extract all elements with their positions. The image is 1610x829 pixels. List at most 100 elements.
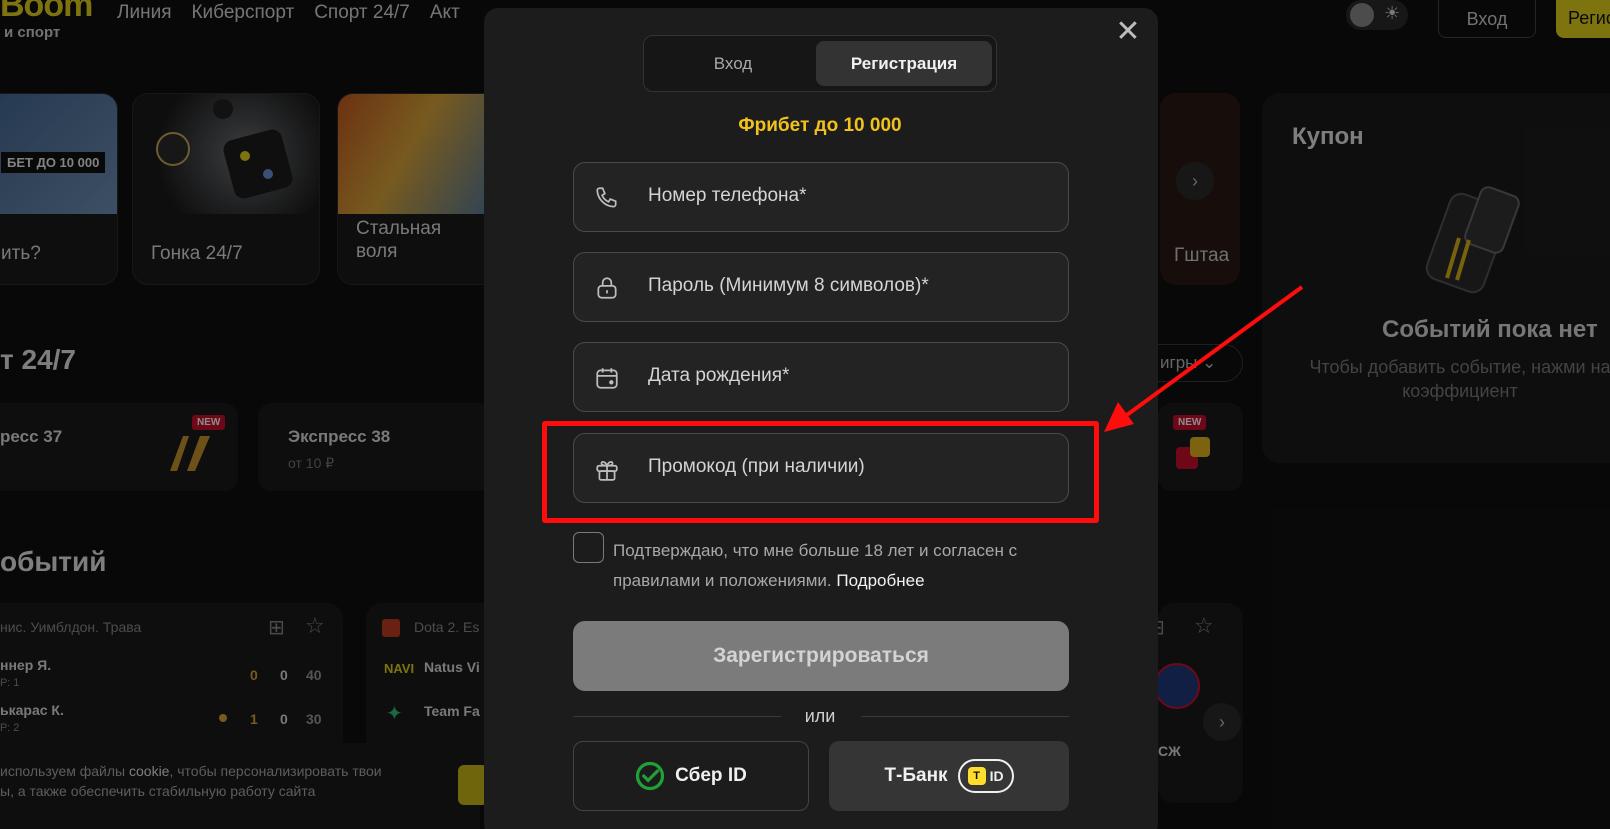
express-card-37[interactable]: ресс 37 NEW: [0, 403, 238, 491]
favorite-star-icon[interactable]: ☆: [1194, 613, 1214, 639]
team-falcons-logo-icon: ✦: [386, 703, 403, 725]
carousel-next-button[interactable]: ›: [1176, 162, 1214, 200]
navi-logo-icon: NAVI: [384, 661, 415, 676]
promo-tile-freebet[interactable]: БЕТ ДО 10 000 ить?: [0, 93, 118, 285]
player-2-rank: Р: 2: [0, 722, 20, 734]
games-filter-label: игры: [1160, 353, 1198, 372]
tbank-id-badge: T ID: [957, 759, 1014, 793]
logo[interactable]: Boom: [0, 0, 93, 25]
express-subtitle: от 10 ₽: [288, 455, 335, 471]
coupon-ticket-icon: [1425, 186, 1520, 294]
score: 0: [250, 667, 258, 683]
express-title: Экспресс 38: [288, 427, 391, 446]
password-placeholder: Пароль (Минимум 8 символов)*: [648, 275, 929, 296]
nav-item-sport247[interactable]: Спорт 24/7: [314, 2, 410, 24]
auth-tabs: Вход Регистрация: [643, 35, 997, 92]
tab-login[interactable]: Вход: [649, 41, 817, 86]
promo-tile-caption: Стальная воля: [356, 218, 442, 263]
coupon-empty-title: Событий пока нет: [1382, 316, 1598, 343]
express-card-dice[interactable]: NEW: [1158, 403, 1243, 491]
divider-line: [861, 716, 1069, 717]
tab-register[interactable]: Регистрация: [816, 41, 992, 86]
register-submit-button[interactable]: Зарегистрироваться: [573, 621, 1069, 691]
age-consent-text: Подтверждаю, что мне больше 18 лет и сог…: [613, 536, 1073, 596]
theme-toggle[interactable]: ☀: [1346, 0, 1408, 30]
player-1-rank: Р: 1: [0, 677, 20, 689]
cookie-link[interactable]: cookie: [129, 763, 169, 779]
terms-details-link[interactable]: Подробнее: [836, 571, 924, 590]
sber-id-button[interactable]: Сбер ID: [573, 741, 809, 811]
birthdate-placeholder: Дата рождения*: [648, 365, 790, 386]
score: 40: [306, 667, 322, 683]
phone-placeholder: Номер телефона*: [648, 185, 807, 206]
player-2-name: ькарас К.: [0, 702, 64, 718]
promo-tile-caption: Гштаа: [1174, 245, 1230, 266]
section-title-events: обытий: [0, 546, 107, 577]
team-2-name: Team Fa: [424, 703, 480, 719]
promo-tile-image: [133, 94, 319, 214]
age-consent-checkbox[interactable]: [573, 532, 604, 563]
promo-tile-image: БЕТ ДО 10 000: [0, 94, 117, 214]
score: 0: [280, 667, 288, 683]
cookie-banner: используем файлы cookie, чтобы персонали…: [0, 743, 480, 829]
express-card-38[interactable]: Экспресс 38 от 10 ₽: [258, 403, 494, 491]
chevron-right-icon: ›: [1192, 170, 1198, 191]
cookie-text-part: , чтобы персонализировать твои: [169, 763, 382, 779]
tbank-id-text: ID: [989, 768, 1004, 784]
calendar-icon: [596, 368, 618, 389]
express-title: ресс 37: [0, 427, 63, 446]
team-1-name: Natus Vi: [424, 659, 480, 675]
serve-indicator-icon: [219, 714, 227, 722]
player-1-name: ннер Я.: [0, 657, 52, 673]
cookie-text-part: используем файлы: [0, 763, 129, 779]
new-badge: NEW: [1173, 415, 1207, 430]
password-field[interactable]: Пароль (Минимум 8 символов)*: [573, 252, 1069, 322]
sun-icon: ☀: [1384, 3, 1401, 23]
tbank-shield-icon: T: [967, 767, 986, 785]
phone-field[interactable]: Номер телефона*: [573, 162, 1069, 232]
section-title-sport247: т 24/7: [0, 344, 76, 375]
dice-icon: [156, 99, 293, 199]
promo-tile-caption: Гонка 24/7: [151, 243, 243, 265]
header-login-button[interactable]: Вход: [1438, 0, 1536, 38]
match-card-football[interactable]: ⊞ ☆ СЖ: [1148, 603, 1243, 803]
coupon-hint-line1: Чтобы добавить событие, нажми на: [1309, 357, 1610, 377]
nav-item-esports[interactable]: Киберспорт: [191, 2, 294, 24]
match-league: Dota 2. Es: [414, 619, 480, 635]
team-name: СЖ: [1158, 743, 1181, 759]
coupon-panel: Купон Событий пока нет Чтобы добавить со…: [1262, 93, 1610, 463]
match-league: нис. Уимблдон. Трава: [0, 619, 142, 635]
divider-line: [573, 716, 781, 717]
sber-id-label: Сбер ID: [675, 765, 747, 786]
coupon-title: Купон: [1292, 123, 1364, 150]
promo-tile-race[interactable]: Гонка 24/7: [132, 93, 320, 285]
tbank-id-button[interactable]: Т-Банк T ID: [829, 741, 1069, 811]
matches-next-button[interactable]: ›: [1203, 703, 1241, 741]
gift-icon: [596, 461, 618, 481]
sber-logo-icon: [636, 761, 665, 791]
header-register-button[interactable]: Регистрация: [1556, 0, 1610, 38]
freebet-bonus-text: Фрибет до 10 000: [738, 115, 902, 136]
promo-code-field[interactable]: Промокод (при наличии): [573, 433, 1069, 503]
phone-icon: [596, 187, 617, 208]
field-scheme-icon[interactable]: ⊞: [268, 615, 285, 640]
new-badge: NEW: [192, 415, 226, 430]
close-icon[interactable]: ✕: [1112, 17, 1144, 50]
birthdate-field[interactable]: Дата рождения*: [573, 342, 1069, 412]
nav-item-promotions[interactable]: Акт: [430, 2, 460, 24]
logo-subtitle: и спорт: [4, 24, 61, 41]
top-nav: Линия Киберспорт Спорт 24/7 Акт: [117, 2, 460, 24]
or-separator: или: [804, 706, 836, 726]
dota-icon: [382, 619, 400, 637]
age-consent-label: Подтверждаю, что мне больше 18 лет и сог…: [613, 541, 1018, 590]
coupon-hint-line2: коэффициент: [1402, 381, 1518, 402]
cookie-text: используем файлы cookie, чтобы персонали…: [0, 761, 382, 802]
favorite-star-icon[interactable]: ☆: [305, 613, 325, 639]
cookie-text-line2: ы, а также обеспечить стабильную работу …: [0, 783, 316, 800]
chevron-down-icon: ⌄: [1202, 353, 1217, 372]
psg-logo-icon: [1154, 663, 1200, 709]
chevron-right-icon: ›: [1219, 711, 1225, 732]
promo-code-placeholder: Промокод (при наличии): [648, 456, 865, 477]
lock-icon: [597, 277, 617, 299]
nav-item-line[interactable]: Линия: [117, 2, 171, 24]
